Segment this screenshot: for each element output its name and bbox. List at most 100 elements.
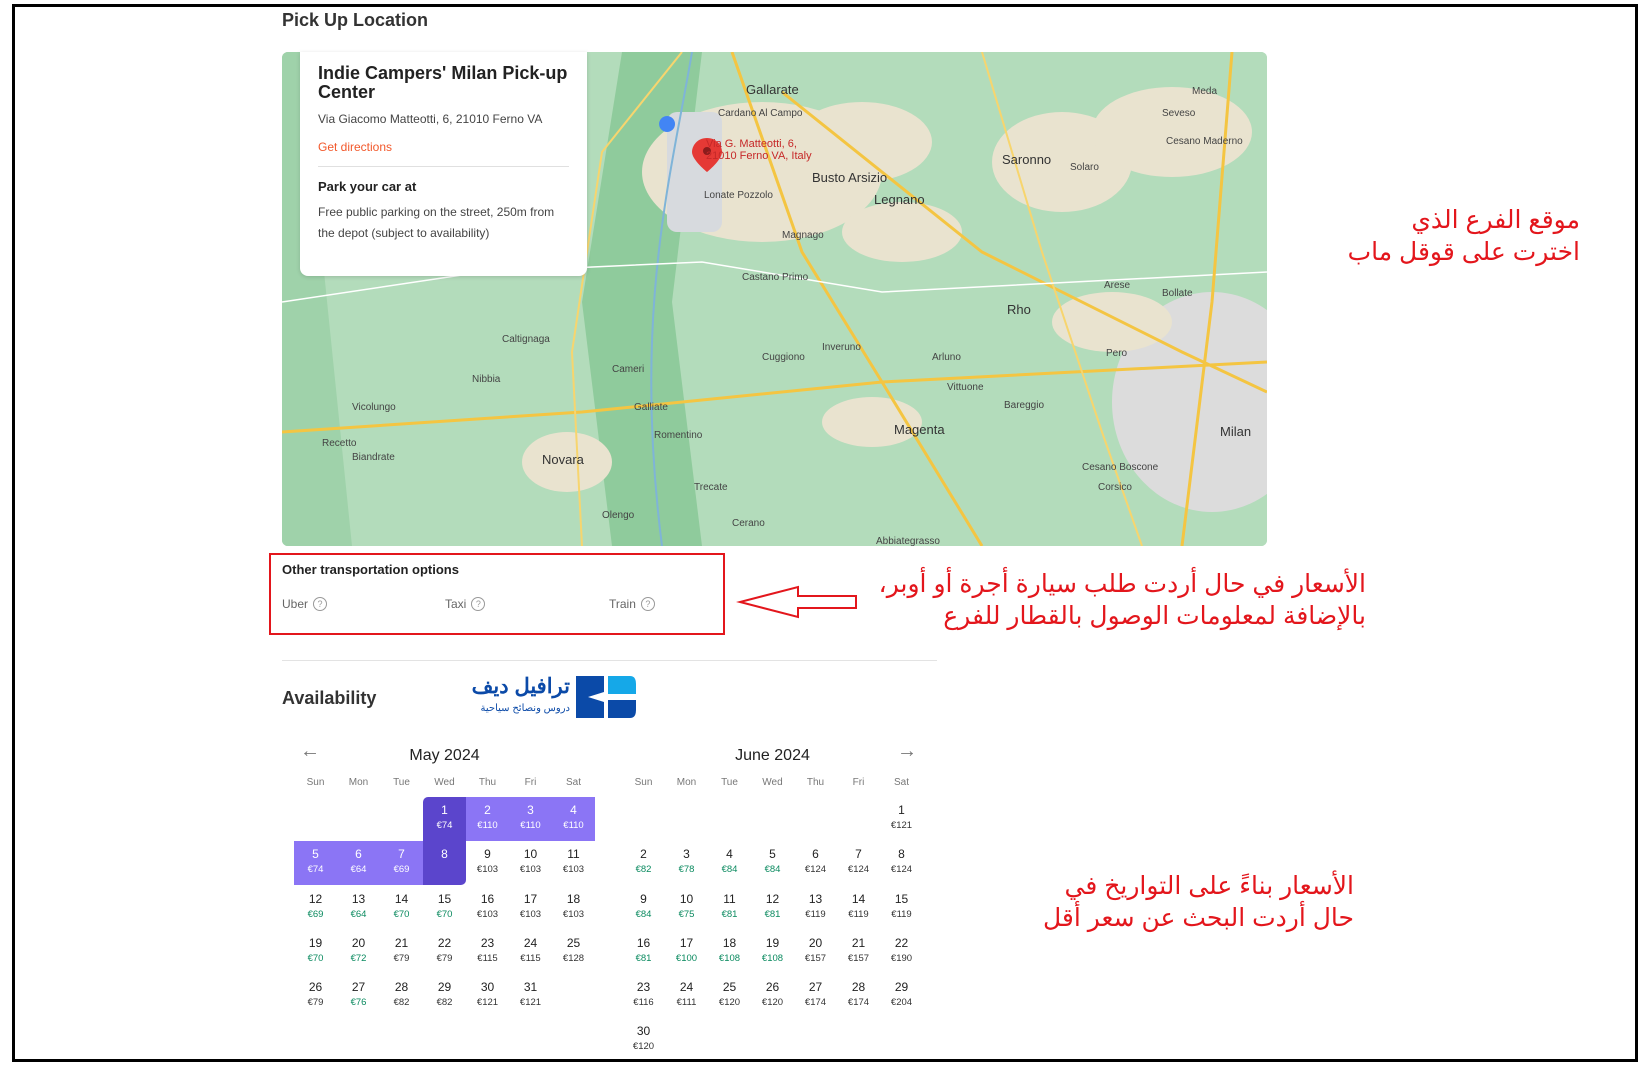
calendar-day[interactable]: 22 €190	[880, 930, 923, 974]
day-number: 8	[441, 847, 448, 861]
day-price: €64	[350, 909, 367, 920]
calendar-day[interactable]: 9 €103	[466, 841, 509, 885]
calendar-day[interactable]: 24 €111	[665, 974, 708, 1018]
calendar-day[interactable]: 17 €100	[665, 930, 708, 974]
day-number: 29	[894, 980, 909, 994]
map-place-label: Nibbia	[472, 374, 501, 385]
map-place-label: Bollate	[1162, 288, 1193, 299]
calendar-day[interactable]: 11 €81	[708, 886, 751, 930]
train-option[interactable]: Train?	[609, 597, 655, 611]
calendar-day[interactable]: 30 €121	[466, 974, 509, 1018]
calendar-day[interactable]: 3 €78	[665, 841, 708, 885]
calendar-day[interactable]: 9 €84	[622, 886, 665, 930]
calendar-day[interactable]: 15 €70	[423, 886, 466, 930]
calendar-day[interactable]: 2 €110	[466, 797, 509, 841]
calendar-day[interactable]: 29 €204	[880, 974, 923, 1018]
day-number: 2	[640, 847, 647, 861]
location-name: Indie Campers' Milan Pick-up Center	[318, 63, 568, 102]
calendar-day[interactable]: 16 €81	[622, 930, 665, 974]
day-number: 13	[351, 892, 366, 906]
calendar-day[interactable]: 31 €121	[509, 974, 552, 1018]
help-icon[interactable]: ?	[471, 597, 486, 611]
get-directions-link[interactable]: Get directions	[318, 140, 569, 167]
calendar-day[interactable]: 15 €119	[880, 886, 923, 930]
calendar-day[interactable]: 26 €79	[294, 974, 337, 1018]
help-icon[interactable]: ?	[313, 597, 328, 611]
calendar-day[interactable]: 13 €119	[794, 886, 837, 930]
day-number: 28	[394, 980, 409, 994]
calendar-day[interactable]: 16 €103	[466, 886, 509, 930]
calendar-day[interactable]: 25 €128	[552, 930, 595, 974]
calendar-day[interactable]: 10 €75	[665, 886, 708, 930]
calendar-day[interactable]: 20 €157	[794, 930, 837, 974]
day-number: 9	[484, 847, 491, 861]
calendar-day[interactable]: 24 €115	[509, 930, 552, 974]
calendar-day[interactable]: 14 €70	[380, 886, 423, 930]
calendar-day[interactable]: 27 €174	[794, 974, 837, 1018]
calendar-day[interactable]: 8	[423, 841, 466, 885]
calendar-day[interactable]: 19 €108	[751, 930, 794, 974]
calendar-day[interactable]: 13 €64	[337, 886, 380, 930]
calendar-day[interactable]: 3 €110	[509, 797, 552, 841]
day-price: €108	[761, 953, 784, 964]
calendar-day[interactable]: 29 €82	[423, 974, 466, 1018]
calendar-day[interactable]: 14 €119	[837, 886, 880, 930]
day-price: €157	[847, 953, 870, 964]
calendar-day[interactable]: 28 €174	[837, 974, 880, 1018]
calendar-day[interactable]: 27 €76	[337, 974, 380, 1018]
month-title: June 2024	[735, 747, 810, 764]
calendar-day[interactable]: 18 €103	[552, 886, 595, 930]
annotation-line: الأسعار في حال أردت طلب سيارة أجرة أو أو…	[878, 570, 1366, 598]
calendar-day[interactable]: 22 €79	[423, 930, 466, 974]
calendar-day[interactable]: 30 €120	[622, 1018, 665, 1062]
calendar-day[interactable]: 19 €70	[294, 930, 337, 974]
day-number: 25	[566, 936, 581, 950]
annotation-line: موقع الفرع الذي	[1411, 206, 1580, 234]
calendar-day[interactable]: 1 €121	[880, 797, 923, 841]
calendar-day[interactable]: 18 €108	[708, 930, 751, 974]
annotation-line: اخترت على قوقل ماب	[1347, 238, 1580, 266]
calendar-day[interactable]: 12 €69	[294, 886, 337, 930]
calendar-day[interactable]: 6 €64	[337, 841, 380, 885]
taxi-option[interactable]: Taxi?	[445, 597, 486, 611]
calendar-day[interactable]: 20 €72	[337, 930, 380, 974]
calendar-day[interactable]: 4 €84	[708, 841, 751, 885]
weekday-label: Thu	[478, 777, 497, 788]
calendar-day[interactable]: 28 €82	[380, 974, 423, 1018]
calendar-day[interactable]: 1 €74	[423, 797, 466, 841]
calendar-day[interactable]: 23 €116	[622, 974, 665, 1018]
calendar-day[interactable]: 25 €120	[708, 974, 751, 1018]
uber-option[interactable]: Uber?	[282, 597, 328, 611]
calendar-day[interactable]: 8 €124	[880, 841, 923, 885]
calendar-day[interactable]: 7 €69	[380, 841, 423, 885]
day-number: 17	[679, 936, 694, 950]
day-number: 30	[480, 980, 495, 994]
calendar-day[interactable]: 2 €82	[622, 841, 665, 885]
calendar-day[interactable]: 17 €103	[509, 886, 552, 930]
day-price: €72	[350, 953, 367, 964]
map-place-label: Abbiategrasso	[876, 536, 940, 546]
calendar-day[interactable]: 4 €110	[552, 797, 595, 841]
day-number: 4	[570, 803, 577, 817]
day-number: 16	[636, 936, 651, 950]
calendar-day[interactable]: 6 €124	[794, 841, 837, 885]
calendar-day[interactable]: 23 €115	[466, 930, 509, 974]
day-price: €69	[393, 864, 410, 875]
calendar-day[interactable]: 7 €124	[837, 841, 880, 885]
weekday-label: Tue	[721, 777, 738, 788]
day-price: €79	[393, 953, 410, 964]
calendar-day[interactable]: 10 €103	[509, 841, 552, 885]
help-icon[interactable]: ?	[640, 597, 655, 611]
map-place-label: Cardano Al Campo	[718, 108, 803, 119]
calendar-day[interactable]: 12 €81	[751, 886, 794, 930]
day-price: €119	[891, 909, 912, 920]
calendar-day[interactable]: 5 €74	[294, 841, 337, 885]
day-price: €103	[476, 909, 499, 920]
day-number: 10	[679, 892, 694, 906]
calendar-day[interactable]: 26 €120	[751, 974, 794, 1018]
calendar-day[interactable]: 11 €103	[552, 841, 595, 885]
calendar-day[interactable]: 21 €79	[380, 930, 423, 974]
day-number: 3	[683, 847, 690, 861]
calendar-day[interactable]: 21 €157	[837, 930, 880, 974]
calendar-day[interactable]: 5 €84	[751, 841, 794, 885]
